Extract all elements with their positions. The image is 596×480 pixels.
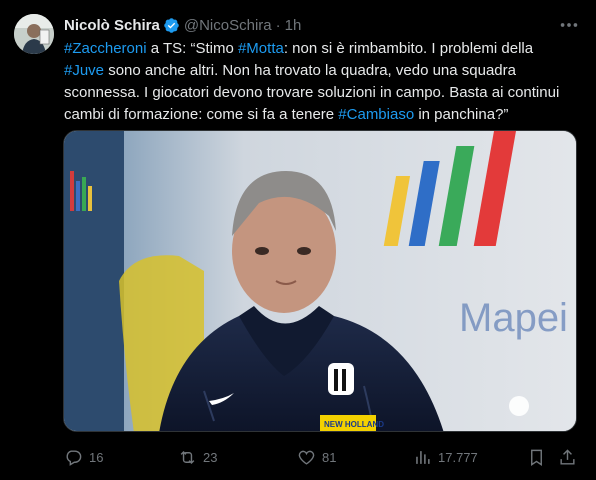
views-icon — [416, 450, 430, 464]
separator-dot: · — [275, 16, 281, 34]
tweet-text-segment: cambi di formazione: come si fa a tenere — [64, 106, 339, 123]
reply-count: 16 — [89, 449, 104, 465]
bookmark-icon — [531, 449, 542, 466]
more-icon[interactable] — [558, 14, 580, 36]
views-count: 17.777 — [438, 449, 478, 465]
tweet-text-segment: in panchina?” — [414, 106, 509, 123]
action-bar: 16 23 81 17.777 — [64, 446, 580, 468]
verified-icon — [164, 17, 179, 33]
hashtag-link[interactable]: #Zaccheroni — [64, 40, 147, 57]
tweet-photo[interactable]: Mapei NEW HOLLAND — [63, 130, 577, 432]
reply-icon — [66, 449, 82, 466]
repost-icon — [180, 450, 195, 464]
hashtag-link[interactable]: #Juve — [64, 62, 104, 79]
tweet-text: #Zaccheroni a TS: “Stimo #Motta: non si … — [64, 38, 578, 126]
share-button[interactable] — [558, 446, 583, 468]
tweet-text-segment: a TS: “Stimo — [146, 40, 238, 57]
tweet-text-line: sconnessa. I giocatori devono trovare so… — [64, 82, 578, 104]
like-count: 81 — [322, 449, 337, 465]
tweet-header: Nicolò Schira @NicoSchira · 1h — [64, 15, 301, 35]
views-button[interactable]: 17.777 — [413, 446, 478, 468]
timestamp[interactable]: 1h — [285, 17, 302, 34]
author-handle[interactable]: @NicoSchira — [184, 17, 272, 34]
repost-button[interactable]: 23 — [178, 446, 217, 468]
tweet[interactable]: Nicolò Schira @NicoSchira · 1h #Zacchero… — [0, 0, 596, 480]
hashtag-link[interactable]: #Motta — [238, 40, 284, 57]
tweet-text-line: #Juve sono anche altri. Non ha trovato l… — [64, 60, 578, 82]
author-name[interactable]: Nicolò Schira — [64, 17, 160, 34]
tweet-text-segment: sconnessa. I giocatori devono trovare so… — [64, 84, 560, 101]
share-icon — [560, 448, 575, 465]
reply-button[interactable]: 16 — [64, 446, 103, 468]
tweet-text-segment: sono anche altri. Non ha trovato la quad… — [104, 62, 516, 79]
like-button[interactable]: 81 — [297, 446, 336, 468]
tweet-text-segment: : non si è rimbambito. I problemi della — [283, 40, 534, 57]
tweet-text-line: cambi di formazione: come si fa a tenere… — [64, 104, 578, 126]
like-icon — [298, 450, 315, 465]
tweet-text-line: #Zaccheroni a TS: “Stimo #Motta: non si … — [64, 38, 578, 60]
repost-count: 23 — [203, 449, 218, 465]
bookmark-button[interactable] — [527, 446, 552, 468]
avatar[interactable] — [14, 14, 54, 54]
banner-text: Mapei — [459, 296, 568, 340]
jacket-sponsor: NEW HOLLAND — [324, 420, 384, 429]
hashtag-link[interactable]: #Cambiaso — [338, 106, 414, 123]
